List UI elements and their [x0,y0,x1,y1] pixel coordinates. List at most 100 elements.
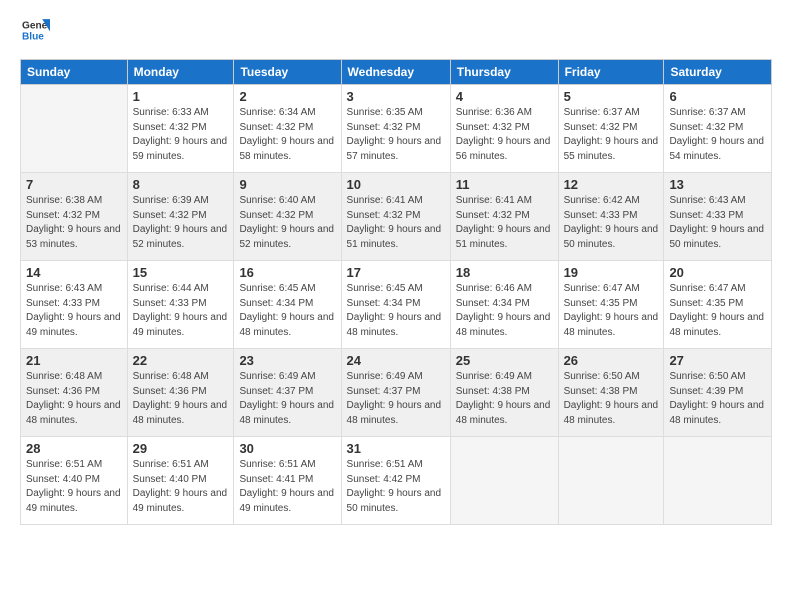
day-info: Sunrise: 6:40 AMSunset: 4:32 PMDaylight:… [239,194,335,252]
day-info: Sunrise: 6:41 AMSunset: 4:32 PMDaylight:… [456,194,553,252]
day-info: Sunrise: 6:39 AMSunset: 4:32 PMDaylight:… [133,194,229,252]
day-number: 17 [347,265,445,280]
day-info: Sunrise: 6:37 AMSunset: 4:32 PMDaylight:… [564,106,659,164]
day-number: 14 [26,265,122,280]
weekday-header-friday: Friday [558,60,664,85]
day-number: 30 [239,441,335,456]
calendar-cell: 7 Sunrise: 6:38 AMSunset: 4:32 PMDaylight… [21,173,128,261]
calendar-cell [664,437,772,525]
day-info: Sunrise: 6:34 AMSunset: 4:32 PMDaylight:… [239,106,335,164]
day-info: Sunrise: 6:49 AMSunset: 4:37 PMDaylight:… [239,370,335,428]
calendar-table: SundayMondayTuesdayWednesdayThursdayFrid… [20,59,772,525]
day-info: Sunrise: 6:45 AMSunset: 4:34 PMDaylight:… [239,282,335,340]
day-number: 16 [239,265,335,280]
day-info: Sunrise: 6:45 AMSunset: 4:34 PMDaylight:… [347,282,445,340]
day-info: Sunrise: 6:51 AMSunset: 4:40 PMDaylight:… [133,458,229,516]
day-number: 12 [564,177,659,192]
day-number: 9 [239,177,335,192]
calendar-cell: 25Sunrise: 6:49 AMSunset: 4:38 PMDayligh… [450,349,558,437]
day-number: 8 [133,177,229,192]
day-number: 28 [26,441,122,456]
day-number: 29 [133,441,229,456]
calendar-cell: 9 Sunrise: 6:40 AMSunset: 4:32 PMDaylight… [234,173,341,261]
weekday-header-monday: Monday [127,60,234,85]
header: General Blue [20,16,772,49]
calendar-cell: 16 Sunrise: 6:45 AMSunset: 4:34 PMDayligh… [234,261,341,349]
calendar-cell: 1 Sunrise: 6:33 AMSunset: 4:32 PMDaylight… [127,85,234,173]
day-number: 2 [239,89,335,104]
calendar-week-row: 14 Sunrise: 6:43 AMSunset: 4:33 PMDayligh… [21,261,772,349]
page: General Blue SundayMondayTuesdayWednesda… [0,0,792,612]
day-info: Sunrise: 6:43 AMSunset: 4:33 PMDaylight:… [669,194,766,252]
calendar-week-row: 28 Sunrise: 6:51 AMSunset: 4:40 PMDayligh… [21,437,772,525]
day-info: Sunrise: 6:42 AMSunset: 4:33 PMDaylight:… [564,194,659,252]
day-number: 27 [669,353,766,368]
calendar-week-row: 7 Sunrise: 6:38 AMSunset: 4:32 PMDaylight… [21,173,772,261]
calendar-cell: 29 Sunrise: 6:51 AMSunset: 4:40 PMDayligh… [127,437,234,525]
day-number: 26 [564,353,659,368]
day-info: Sunrise: 6:37 AMSunset: 4:32 PMDaylight:… [669,106,766,164]
day-number: 13 [669,177,766,192]
calendar-cell [21,85,128,173]
calendar-cell: 5 Sunrise: 6:37 AMSunset: 4:32 PMDaylight… [558,85,664,173]
day-info: Sunrise: 6:47 AMSunset: 4:35 PMDaylight:… [564,282,659,340]
day-info: Sunrise: 6:49 AMSunset: 4:37 PMDaylight:… [347,370,445,428]
calendar-cell: 18Sunrise: 6:46 AMSunset: 4:34 PMDayligh… [450,261,558,349]
calendar-cell: 28 Sunrise: 6:51 AMSunset: 4:40 PMDayligh… [21,437,128,525]
calendar-week-row: 21 Sunrise: 6:48 AMSunset: 4:36 PMDayligh… [21,349,772,437]
calendar-cell: 23Sunrise: 6:49 AMSunset: 4:37 PMDayligh… [234,349,341,437]
day-info: Sunrise: 6:51 AMSunset: 4:40 PMDaylight:… [26,458,122,516]
calendar-cell: 20Sunrise: 6:47 AMSunset: 4:35 PMDayligh… [664,261,772,349]
day-number: 4 [456,89,553,104]
weekday-header-row: SundayMondayTuesdayWednesdayThursdayFrid… [21,60,772,85]
calendar-cell: 12 Sunrise: 6:42 AMSunset: 4:33 PMDayligh… [558,173,664,261]
calendar-cell: 30 Sunrise: 6:51 AMSunset: 4:41 PMDayligh… [234,437,341,525]
day-info: Sunrise: 6:43 AMSunset: 4:33 PMDaylight:… [26,282,122,340]
day-info: Sunrise: 6:48 AMSunset: 4:36 PMDaylight:… [133,370,229,428]
day-number: 1 [133,89,229,104]
day-info: Sunrise: 6:51 AMSunset: 4:41 PMDaylight:… [239,458,335,516]
day-number: 10 [347,177,445,192]
day-info: Sunrise: 6:46 AMSunset: 4:34 PMDaylight:… [456,282,553,340]
day-info: Sunrise: 6:44 AMSunset: 4:33 PMDaylight:… [133,282,229,340]
day-number: 25 [456,353,553,368]
day-number: 7 [26,177,122,192]
calendar-cell: 11Sunrise: 6:41 AMSunset: 4:32 PMDayligh… [450,173,558,261]
calendar-cell: 21Sunrise: 6:48 AMSunset: 4:36 PMDayligh… [21,349,128,437]
calendar-cell: 26Sunrise: 6:50 AMSunset: 4:38 PMDayligh… [558,349,664,437]
day-number: 6 [669,89,766,104]
day-info: Sunrise: 6:50 AMSunset: 4:39 PMDaylight:… [669,370,766,428]
day-number: 21 [26,353,122,368]
calendar-cell [450,437,558,525]
calendar-cell: 3 Sunrise: 6:35 AMSunset: 4:32 PMDaylight… [341,85,450,173]
calendar-cell: 15Sunrise: 6:44 AMSunset: 4:33 PMDayligh… [127,261,234,349]
weekday-header-saturday: Saturday [664,60,772,85]
calendar-cell: 24 Sunrise: 6:49 AMSunset: 4:37 PMDayligh… [341,349,450,437]
calendar-cell: 4 Sunrise: 6:36 AMSunset: 4:32 PMDaylight… [450,85,558,173]
calendar-cell: 22Sunrise: 6:48 AMSunset: 4:36 PMDayligh… [127,349,234,437]
calendar-cell: 17 Sunrise: 6:45 AMSunset: 4:34 PMDayligh… [341,261,450,349]
weekday-header-thursday: Thursday [450,60,558,85]
day-info: Sunrise: 6:35 AMSunset: 4:32 PMDaylight:… [347,106,445,164]
calendar-cell: 19 Sunrise: 6:47 AMSunset: 4:35 PMDayligh… [558,261,664,349]
calendar-cell: 8 Sunrise: 6:39 AMSunset: 4:32 PMDaylight… [127,173,234,261]
calendar-cell: 31Sunrise: 6:51 AMSunset: 4:42 PMDayligh… [341,437,450,525]
day-info: Sunrise: 6:33 AMSunset: 4:32 PMDaylight:… [133,106,229,164]
day-number: 5 [564,89,659,104]
day-info: Sunrise: 6:38 AMSunset: 4:32 PMDaylight:… [26,194,122,252]
calendar-cell [558,437,664,525]
calendar-cell: 2 Sunrise: 6:34 AMSunset: 4:32 PMDaylight… [234,85,341,173]
calendar-cell: 27 Sunrise: 6:50 AMSunset: 4:39 PMDayligh… [664,349,772,437]
weekday-header-wednesday: Wednesday [341,60,450,85]
calendar-cell: 6 Sunrise: 6:37 AMSunset: 4:32 PMDaylight… [664,85,772,173]
day-number: 24 [347,353,445,368]
weekday-header-sunday: Sunday [21,60,128,85]
day-number: 3 [347,89,445,104]
logo: General Blue [20,16,50,49]
calendar-cell: 14 Sunrise: 6:43 AMSunset: 4:33 PMDayligh… [21,261,128,349]
logo-icon: General Blue [22,16,50,44]
day-number: 20 [669,265,766,280]
calendar-week-row: 1 Sunrise: 6:33 AMSunset: 4:32 PMDaylight… [21,85,772,173]
day-info: Sunrise: 6:36 AMSunset: 4:32 PMDaylight:… [456,106,553,164]
day-number: 19 [564,265,659,280]
